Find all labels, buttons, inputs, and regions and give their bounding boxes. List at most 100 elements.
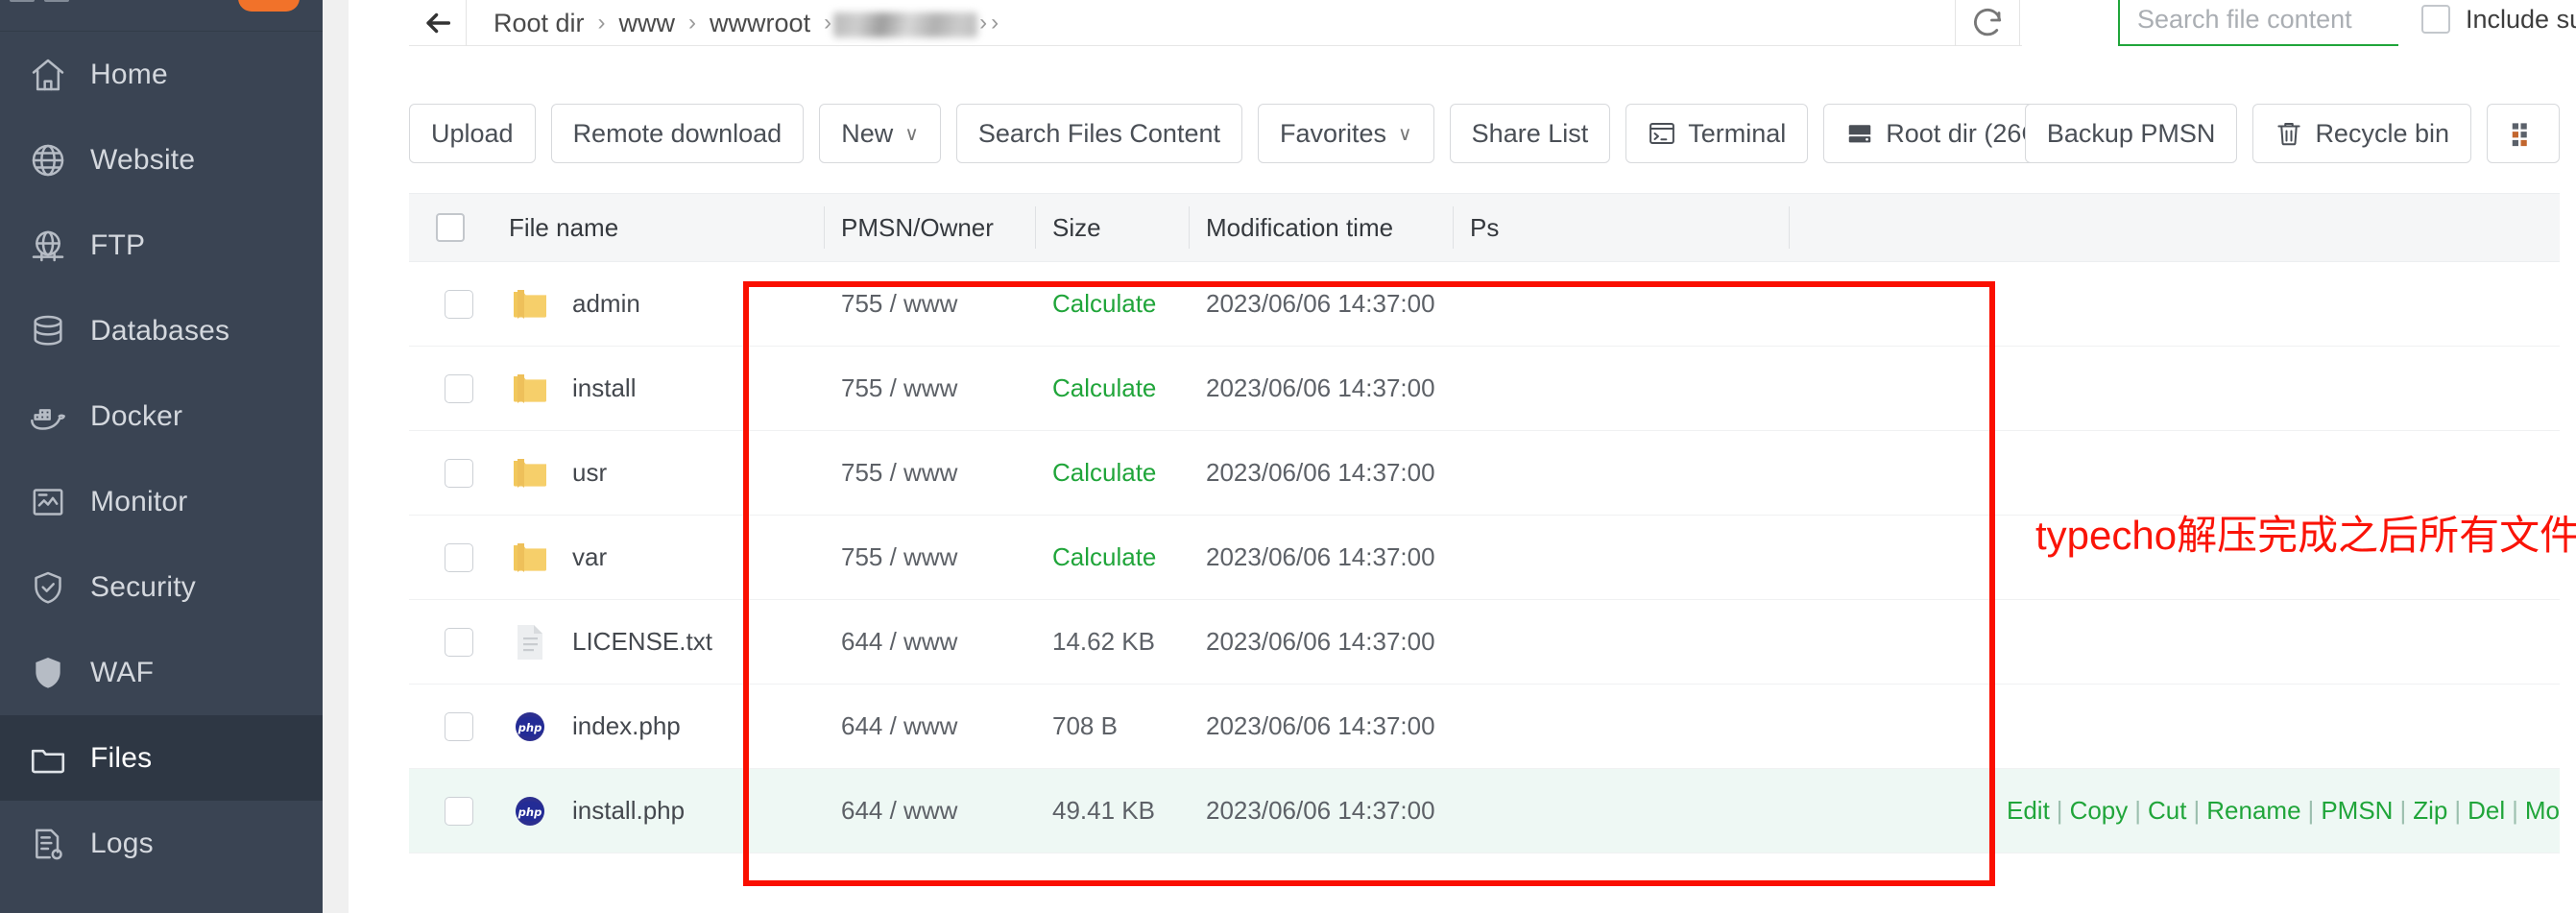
file-permission-owner[interactable]: 755 / www <box>824 347 1035 431</box>
row-action-pmsn[interactable]: PMSN <box>2321 796 2393 825</box>
disk-icon <box>1845 119 1874 148</box>
sidebar-item-logs[interactable]: Logs <box>0 801 323 886</box>
sidebar-header-icons <box>10 0 69 2</box>
toolbar-button-upload[interactable]: Upload <box>409 104 536 163</box>
file-name-cell[interactable]: php index.php <box>492 685 824 769</box>
include-subdirectory-toggle[interactable]: Include subd <box>2421 5 2576 35</box>
sidebar-item-monitor[interactable]: Monitor <box>0 459 323 544</box>
file-name-cell[interactable]: LICENSE.txt <box>492 600 824 685</box>
file-ps-cell <box>1453 347 1789 431</box>
file-name-cell[interactable]: install <box>492 347 824 431</box>
table-row[interactable]: install 755 / www Calculate 2023/06/06 14:3… <box>409 347 2560 431</box>
row-checkbox[interactable] <box>445 289 473 319</box>
sidebar-item-waf[interactable]: WAF <box>0 630 323 715</box>
row-action-rename[interactable]: Rename <box>2206 796 2300 825</box>
toolbar-button-remote-download[interactable]: Remote download <box>550 104 805 163</box>
row-action-del[interactable]: Del <box>2468 796 2505 825</box>
file-name-label: index.php <box>572 711 681 740</box>
toolbar-button-recycle-bin[interactable]: Recycle bin <box>2252 104 2471 163</box>
file-permission-owner[interactable]: 755 / www <box>824 431 1035 516</box>
row-select-cell <box>409 431 492 516</box>
file-permission-owner[interactable]: 644 / www <box>824 769 1035 853</box>
toolbar-button-terminal[interactable]: Terminal <box>1625 104 1809 163</box>
file-permission-owner[interactable]: 755 / www <box>824 516 1035 600</box>
breadcrumb-separator: › <box>979 10 988 36</box>
column-ps[interactable]: Ps <box>1453 193 1789 262</box>
column-pmsn-owner[interactable]: PMSN/Owner <box>824 193 1035 262</box>
table-row[interactable]: admin 755 / www Calculate 2023/06/06 14:37:… <box>409 262 2560 347</box>
back-arrow-icon[interactable] <box>409 0 467 46</box>
toolbar-button-new[interactable]: New ∨ <box>819 104 941 163</box>
toolbar-button-label: Backup PMSN <box>2046 118 2216 148</box>
chevron-down-icon: ∨ <box>904 123 919 145</box>
column-size[interactable]: Size <box>1035 193 1189 262</box>
breadcrumb-item-redacted[interactable] <box>833 12 978 37</box>
calculate-size-link[interactable]: Calculate <box>1035 516 1189 600</box>
toolbar-button-share-list[interactable]: Share List <box>1449 104 1611 163</box>
action-separator: | <box>2399 796 2407 825</box>
sidebar-item-home[interactable]: Home <box>0 32 323 117</box>
row-action-copy[interactable]: Copy <box>2070 796 2129 825</box>
sidebar-item-docker[interactable]: Docker <box>0 373 323 459</box>
row-action-edit[interactable]: Edit <box>2007 796 2050 825</box>
select-all-checkbox[interactable] <box>436 213 465 242</box>
monitor-icon <box>27 481 69 523</box>
file-name-label: install.php <box>572 796 686 825</box>
file-name-cell[interactable]: admin <box>492 262 824 347</box>
refresh-icon[interactable] <box>1955 0 2020 46</box>
file-ps-cell <box>1453 262 1789 347</box>
toolbar-button-label: Terminal <box>1688 118 1787 148</box>
select-all-cell <box>409 193 492 262</box>
breadcrumb-item[interactable]: wwwroot <box>698 9 822 38</box>
file-manager-screen: Home Website FTP Databases Docker Monitor Secu… <box>0 0 2576 913</box>
row-checkbox[interactable] <box>445 711 473 741</box>
breadcrumb-item[interactable]: Root dir <box>482 9 596 38</box>
toolbar-button-grid-view-icon[interactable] <box>2487 104 2560 163</box>
file-name-cell[interactable]: php install.php <box>492 769 824 853</box>
calculate-size-link[interactable]: Calculate <box>1035 431 1189 516</box>
include-sub-checkbox[interactable] <box>2421 5 2450 34</box>
row-checkbox[interactable] <box>445 796 473 826</box>
calculate-size-link[interactable]: Calculate <box>1035 347 1189 431</box>
toolbar-button-favorites[interactable]: Favorites ∨ <box>1257 104 1434 163</box>
row-action-zip[interactable]: Zip <box>2413 796 2447 825</box>
sidebar-item-label: Security <box>90 570 196 603</box>
column-modification-time[interactable]: Modification time <box>1189 193 1453 262</box>
calculate-size-link[interactable]: Calculate <box>1035 262 1189 347</box>
column-file-name[interactable]: File name <box>492 193 824 262</box>
toolbar-button-backup-pmsn[interactable]: Backup PMSN <box>2024 104 2238 163</box>
table-row[interactable]: LICENSE.txt 644 / www 14.62 KB 2023/06/06 1… <box>409 600 2560 685</box>
file-table-header: File name PMSN/Owner Size Modification t… <box>409 193 2560 262</box>
sidebar-item-ftp[interactable]: FTP <box>0 203 323 288</box>
sidebar-item-website[interactable]: Website <box>0 117 323 203</box>
sidebar-item-databases[interactable]: Databases <box>0 288 323 373</box>
folder-icon <box>509 537 551 579</box>
breadcrumb-item[interactable]: www <box>608 9 687 38</box>
content-panel: Root dir›www›wwwroot››› Include subd Upl… <box>349 0 2576 913</box>
row-checkbox[interactable] <box>445 542 473 572</box>
file-permission-owner[interactable]: 644 / www <box>824 600 1035 685</box>
row-checkbox[interactable] <box>445 627 473 657</box>
file-name-cell[interactable]: usr <box>492 431 824 516</box>
folder-icon <box>509 283 551 325</box>
sidebar-item-security[interactable]: Security <box>0 544 323 630</box>
table-row[interactable]: php install.php 644 / www 49.41 KB 2023/06/0… <box>409 769 2560 853</box>
sidebar-item-label: Monitor <box>90 485 188 517</box>
terminal-icon <box>1648 119 1676 148</box>
search-input[interactable] <box>2118 0 2398 46</box>
row-select-cell <box>409 516 492 600</box>
sidebar-item-label: Home <box>90 58 168 90</box>
toolbar-button-search-files-content[interactable]: Search Files Content <box>955 104 1242 163</box>
row-action-cut[interactable]: Cut <box>2148 796 2186 825</box>
file-permission-owner[interactable]: 644 / www <box>824 685 1035 769</box>
file-permission-owner[interactable]: 755 / www <box>824 262 1035 347</box>
toolbar-left-group: Upload Remote download New ∨ Search Files Co… <box>409 104 2087 163</box>
row-checkbox[interactable] <box>445 458 473 488</box>
sidebar-item-files[interactable]: Files <box>0 715 323 801</box>
row-checkbox[interactable] <box>445 373 473 403</box>
table-row[interactable]: php index.php 644 / www 708 B 2023/06/06 14:… <box>409 685 2560 769</box>
notification-badge[interactable] <box>238 0 300 12</box>
row-action-mo[interactable]: Mo <box>2525 796 2560 825</box>
action-separator: | <box>2307 796 2315 825</box>
file-name-cell[interactable]: var <box>492 516 824 600</box>
